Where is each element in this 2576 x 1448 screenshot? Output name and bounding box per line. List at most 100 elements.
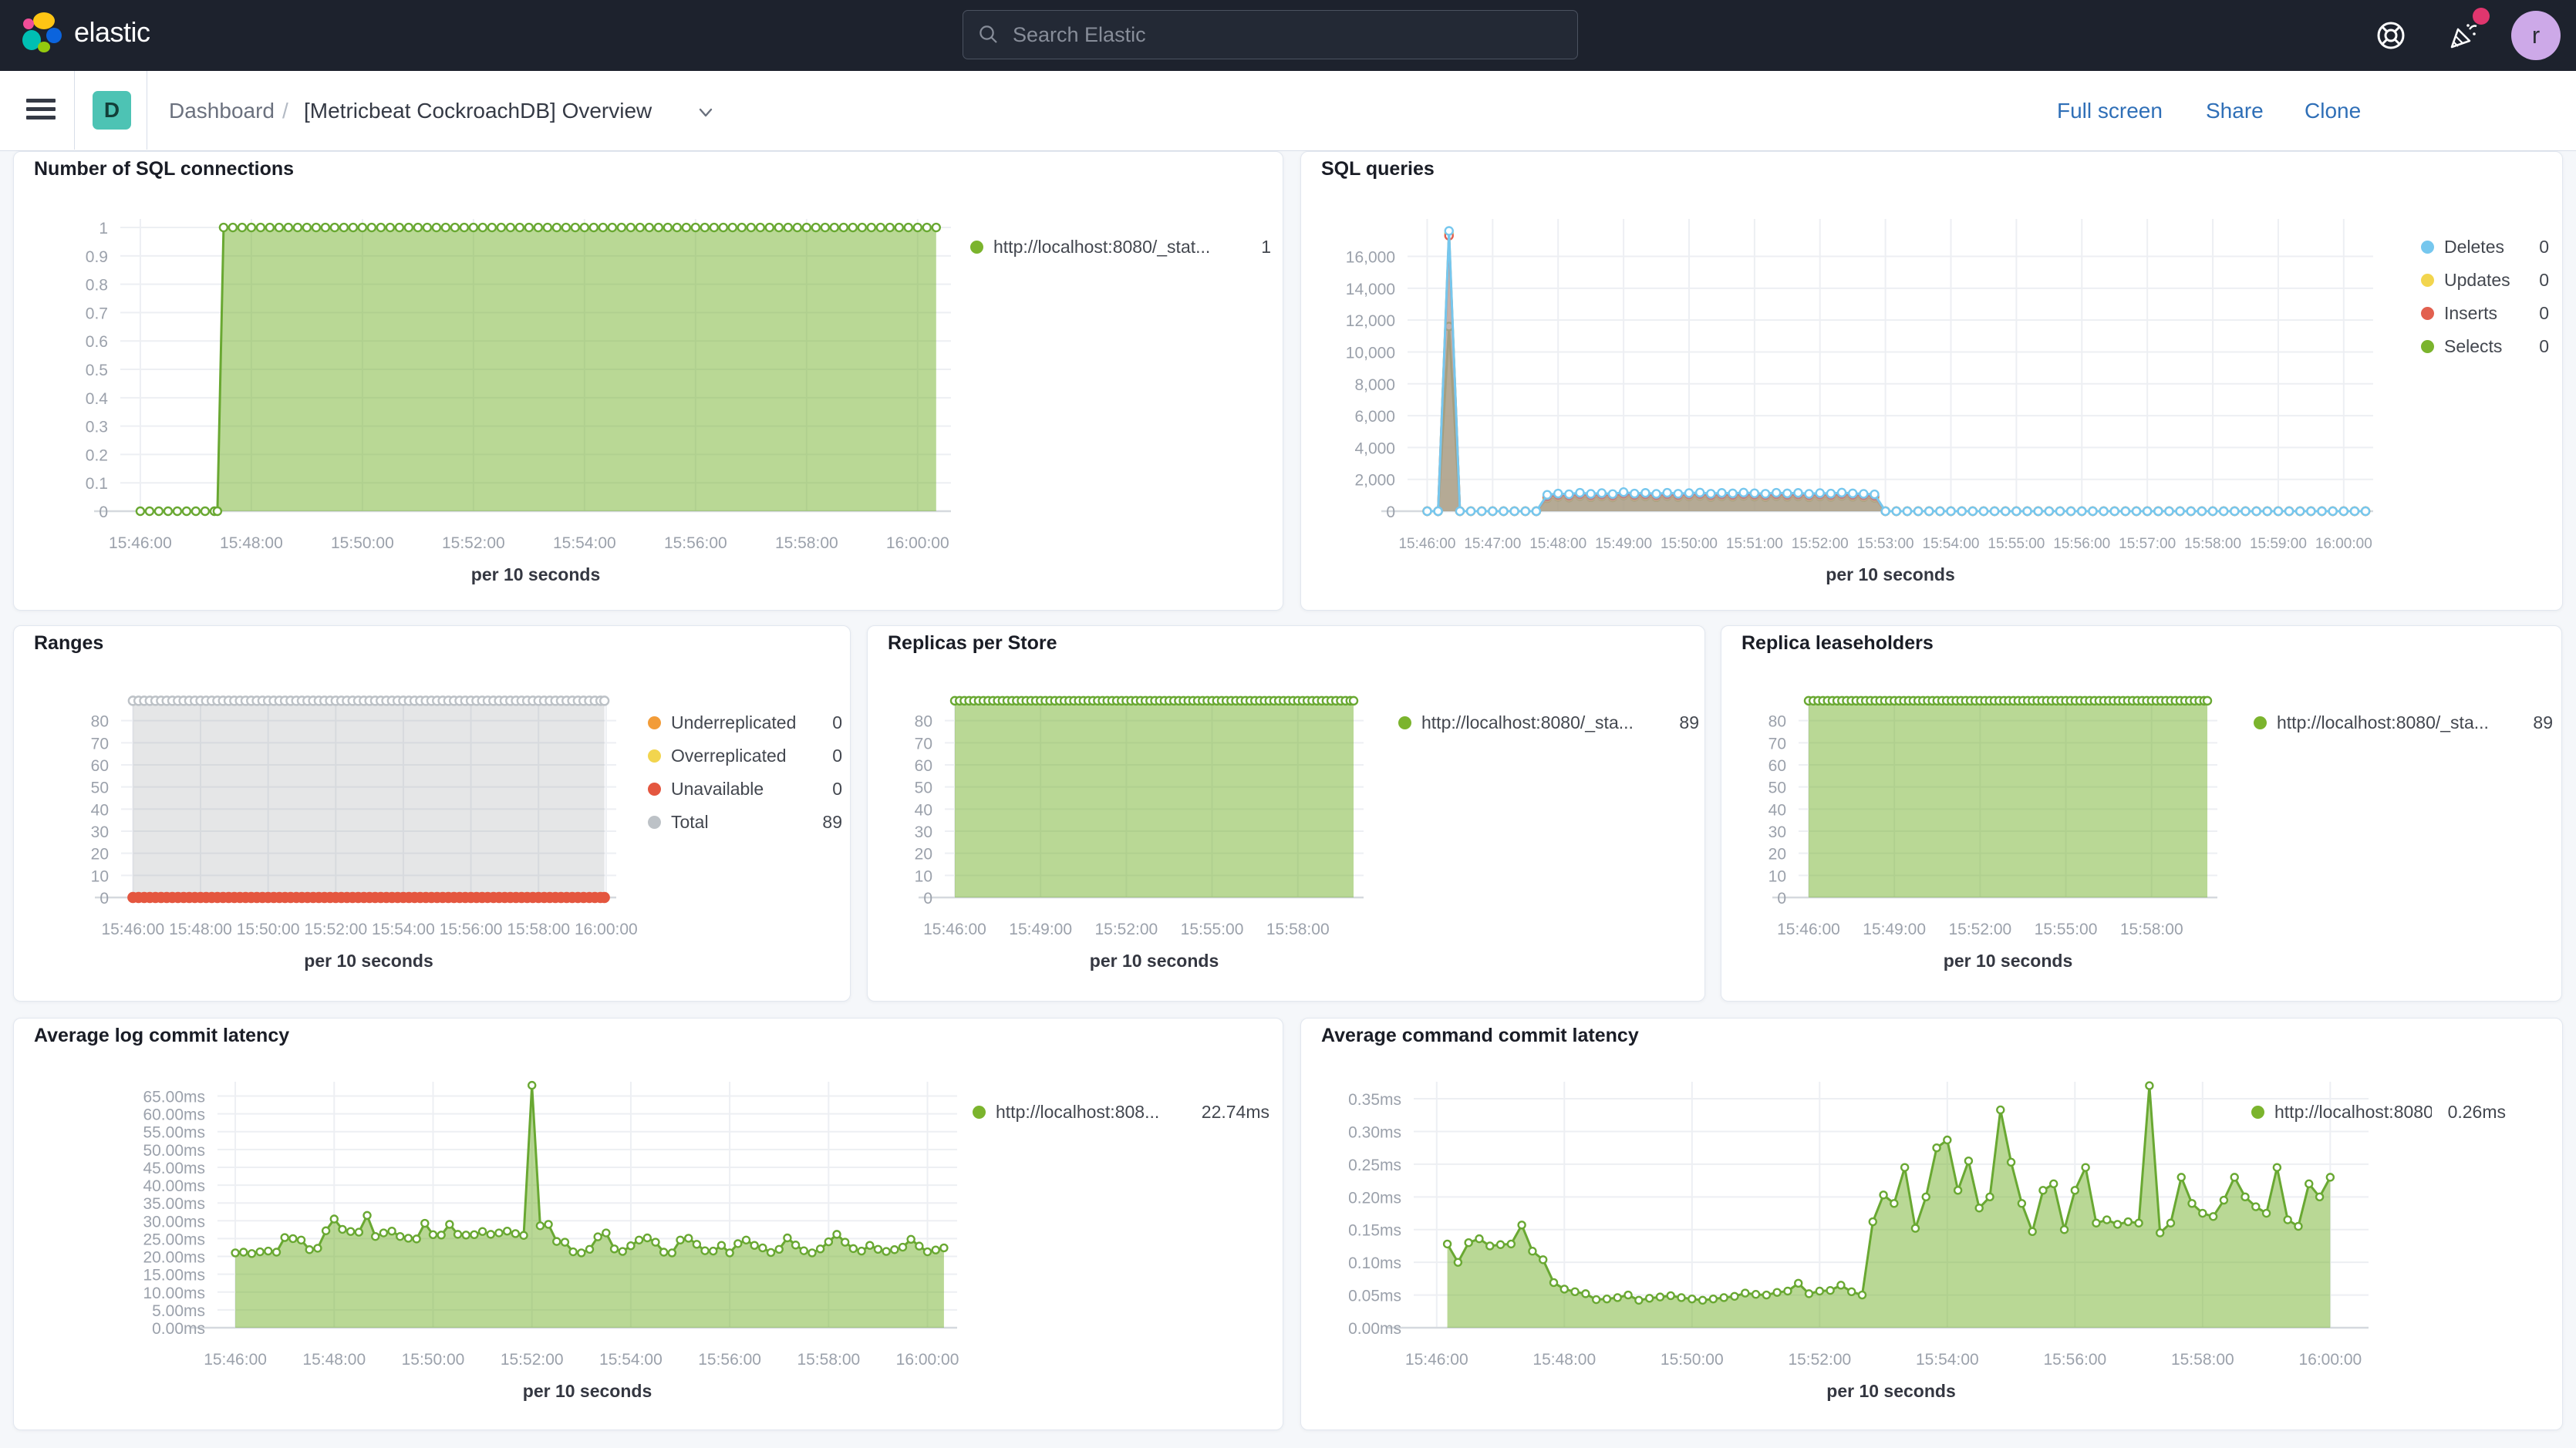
svg-text:14,000: 14,000 xyxy=(1346,281,1395,298)
panel-title[interactable]: Average command commit latency xyxy=(1321,1025,1639,1047)
legend-item[interactable]: http://localhost:8080...0.26ms xyxy=(2251,1096,2506,1129)
chevron-down-icon[interactable] xyxy=(696,102,716,122)
elastic-logo[interactable]: elastic xyxy=(20,11,150,54)
svg-text:16:00:00: 16:00:00 xyxy=(886,534,949,552)
legend-item[interactable]: http://localhost:8080/_stat...1 xyxy=(970,231,1271,264)
svg-text:15:49:00: 15:49:00 xyxy=(1009,921,1072,938)
global-search[interactable] xyxy=(963,10,1578,59)
svg-text:60.00ms: 60.00ms xyxy=(143,1106,205,1124)
x-axis-title: per 10 seconds xyxy=(1826,1381,1955,1401)
svg-text:20: 20 xyxy=(91,846,109,864)
area-chart[interactable]: 0102030405060708015:46:0015:48:0015:50:0… xyxy=(19,680,636,1039)
user-avatar[interactable]: r xyxy=(2511,11,2561,60)
legend-series-dot xyxy=(2421,340,2434,353)
svg-text:70: 70 xyxy=(915,735,932,753)
svg-text:15:59:00: 15:59:00 xyxy=(2250,536,2307,552)
legend-item[interactable]: http://localhost:8080/_sta... 89 xyxy=(2254,706,2553,739)
search-input[interactable] xyxy=(1011,22,1563,48)
legend-series-label: Overreplicated xyxy=(671,746,816,766)
dashboard-toolbar: D Dashboard / [Metricbeat CockroachDB] O… xyxy=(0,71,2576,151)
area-chart[interactable]: 0.00ms0.05ms0.10ms0.15ms0.20ms0.25ms0.30… xyxy=(1306,1066,2385,1435)
area-chart[interactable]: 00.10.20.30.40.50.60.70.80.9115:46:0015:… xyxy=(22,210,970,599)
panel-title[interactable]: Average log commit latency xyxy=(34,1025,289,1047)
svg-text:0.4: 0.4 xyxy=(86,390,109,408)
legend-item[interactable]: Inserts0 xyxy=(2421,297,2549,330)
series-http-localhost-8080-stat- xyxy=(137,224,940,515)
svg-text:15:52:00: 15:52:00 xyxy=(1792,536,1849,552)
series-http-localhost-8080- xyxy=(1444,1083,2334,1328)
legend-item[interactable]: http://localhost:808...22.74ms xyxy=(973,1096,1269,1129)
area-chart[interactable]: 0102030405060708015:46:0015:49:0015:52:0… xyxy=(1726,680,2237,1039)
help-lifebuoy-icon[interactable] xyxy=(2374,19,2408,52)
y-axis-labels: 01020304050607080 xyxy=(915,713,932,908)
panel-title[interactable]: Ranges xyxy=(34,632,103,655)
svg-text:15:56:00: 15:56:00 xyxy=(698,1351,761,1369)
grid xyxy=(1408,219,2373,511)
legend-item[interactable]: http://localhost:8080/_sta...89 xyxy=(1398,706,1699,739)
panel-title[interactable]: Replica leaseholders xyxy=(1741,632,1934,655)
legend-item[interactable]: Unavailable0 xyxy=(648,773,842,806)
clone-button[interactable]: Clone xyxy=(2305,71,2361,150)
legend-series-value: 0 xyxy=(2539,270,2549,291)
svg-text:15:48:00: 15:48:00 xyxy=(1532,1351,1596,1369)
series-http-localhost-8080-sta- xyxy=(1805,697,2211,897)
svg-text:50.00ms: 50.00ms xyxy=(143,1142,205,1160)
y-axis-labels: 00.10.20.30.40.50.60.70.80.91 xyxy=(86,220,109,521)
panel-title[interactable]: Replicas per Store xyxy=(888,632,1057,655)
svg-text:65.00ms: 65.00ms xyxy=(143,1088,205,1106)
x-axis-labels: 15:46:0015:48:0015:50:0015:52:0015:54:00… xyxy=(101,921,637,938)
svg-text:16:00:00: 16:00:00 xyxy=(575,921,638,938)
legend-item[interactable]: Deletes0 xyxy=(2421,231,2549,264)
svg-text:40.00ms: 40.00ms xyxy=(143,1177,205,1195)
legend-item[interactable]: Total 89 xyxy=(648,806,842,839)
area-chart[interactable]: 0102030405060708015:46:0015:49:0015:52:0… xyxy=(872,680,1383,1039)
legend-item[interactable]: Underreplicated0 xyxy=(648,706,842,739)
y-axis-labels: 01020304050607080 xyxy=(1768,713,1786,908)
legend-item[interactable]: Overreplicated0 xyxy=(648,739,842,773)
breadcrumb-dashboard[interactable]: Dashboard xyxy=(169,71,275,150)
svg-text:10: 10 xyxy=(1768,867,1786,885)
top-header: elastic r xyxy=(0,0,2576,71)
svg-text:15:56:00: 15:56:00 xyxy=(2043,1351,2106,1369)
x-axis-title: per 10 seconds xyxy=(1944,951,2072,971)
party-popper-icon[interactable] xyxy=(2446,19,2480,52)
chart-legend: http://localhost:8080/_stat...1 xyxy=(970,231,1271,264)
panel-ranges: Ranges 0102030405060708015:46:0015:48:00… xyxy=(13,625,851,1002)
share-button[interactable]: Share xyxy=(2206,71,2264,150)
legend-series-value: 89 xyxy=(822,812,842,833)
y-axis-labels: 02,0004,0006,0008,00010,00012,00014,0001… xyxy=(1346,249,1395,521)
svg-text:0.6: 0.6 xyxy=(86,333,108,351)
svg-text:2,000: 2,000 xyxy=(1354,472,1395,490)
legend-series-label: http://localhost:8080/_sta... xyxy=(2277,712,2517,733)
panel-title[interactable]: SQL queries xyxy=(1321,158,1435,180)
svg-text:40: 40 xyxy=(915,801,932,819)
panel-title[interactable]: Number of SQL connections xyxy=(34,158,294,180)
svg-text:80: 80 xyxy=(91,713,109,731)
svg-text:0: 0 xyxy=(99,890,109,908)
svg-text:15:47:00: 15:47:00 xyxy=(1464,536,1521,552)
area-chart[interactable]: 02,0004,0006,0008,00010,00012,00014,0001… xyxy=(1309,210,2389,599)
hamburger-menu-icon[interactable] xyxy=(26,94,59,126)
chart-legend: Deletes0Updates0Inserts0Selects0 xyxy=(2421,231,2549,363)
legend-series-dot xyxy=(970,241,983,254)
svg-text:15:52:00: 15:52:00 xyxy=(501,1351,564,1369)
y-axis-labels: 0.00ms5.00ms10.00ms15.00ms20.00ms25.00ms… xyxy=(143,1088,205,1338)
legend-series-value: 22.74ms xyxy=(1202,1102,1269,1123)
svg-text:16:00:00: 16:00:00 xyxy=(2298,1351,2362,1369)
legend-item[interactable]: Selects0 xyxy=(2421,330,2549,363)
svg-text:45.00ms: 45.00ms xyxy=(143,1160,205,1177)
area-chart[interactable]: 0.00ms5.00ms10.00ms15.00ms20.00ms25.00ms… xyxy=(19,1066,979,1435)
svg-text:30: 30 xyxy=(1768,823,1786,841)
svg-text:40: 40 xyxy=(1768,801,1786,819)
legend-series-value: 89 xyxy=(2533,712,2553,733)
full-screen-button[interactable]: Full screen xyxy=(2057,71,2163,150)
svg-text:15:46:00: 15:46:00 xyxy=(923,921,986,938)
legend-item[interactable]: Updates0 xyxy=(2421,264,2549,297)
panel-sql-queries: SQL queries 02,0004,0006,0008,00010,0001… xyxy=(1300,151,2563,611)
panel-avg-command-commit-latency: Average command commit latency 0.00ms0.0… xyxy=(1300,1018,2563,1430)
legend-series-dot xyxy=(2251,1106,2264,1119)
legend-series-label: Total xyxy=(671,812,806,833)
dashboard-grid: Number of SQL connections 00.10.20.30.40… xyxy=(0,151,2576,1448)
svg-text:70: 70 xyxy=(1768,735,1786,753)
svg-text:0.00ms: 0.00ms xyxy=(152,1320,205,1338)
